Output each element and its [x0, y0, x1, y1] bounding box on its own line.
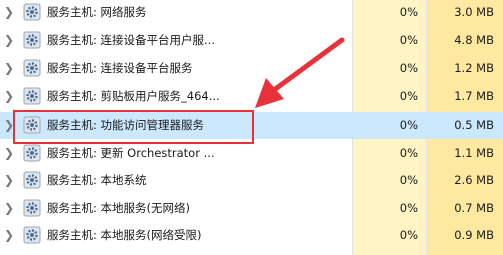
- process-name: 服务主机: 剪贴板用户服务_464...: [47, 89, 220, 103]
- cpu-value: 0%: [399, 61, 418, 75]
- gear-icon: [23, 116, 41, 134]
- chevron-right-icon[interactable]: ❯: [4, 6, 14, 18]
- process-name: 服务主机: 本地服务(无网络): [47, 201, 191, 215]
- cpu-value: 0%: [399, 118, 418, 132]
- table-row[interactable]: ❯ 服务主机: 本地系统 0% 2.6 MB: [0, 167, 503, 194]
- chevron-right-icon[interactable]: ❯: [4, 119, 14, 131]
- gear-icon: [23, 144, 41, 162]
- table-row[interactable]: ❯ 服务主机: 连接设备平台服务 0% 1.2 MB: [0, 55, 503, 82]
- memory-value: 1.2 MB: [454, 61, 494, 75]
- chevron-right-icon[interactable]: ❯: [4, 147, 14, 159]
- cpu-value: 0%: [399, 89, 418, 103]
- memory-value: 4.8 MB: [454, 33, 494, 47]
- cpu-value: 0%: [399, 173, 418, 187]
- process-name: 服务主机: 连接设备平台服务: [47, 61, 193, 75]
- gear-icon: [23, 59, 41, 77]
- table-row[interactable]: ❯ 服务主机: 更新 Orchestrator ... 0% 1.1 MB: [0, 140, 503, 167]
- gear-icon: [23, 87, 41, 105]
- memory-value: 2.6 MB: [454, 173, 494, 187]
- table-row[interactable]: ❯ 服务主机: 剪贴板用户服务_464... 0% 1.7 MB: [0, 83, 503, 110]
- chevron-right-icon[interactable]: ❯: [4, 90, 14, 102]
- chevron-right-icon[interactable]: ❯: [4, 174, 14, 186]
- process-name: 服务主机: 更新 Orchestrator ...: [47, 146, 215, 160]
- cpu-value: 0%: [399, 33, 418, 47]
- gear-icon: [23, 3, 41, 21]
- chevron-right-icon[interactable]: ❯: [4, 34, 14, 46]
- gear-icon: [23, 226, 41, 244]
- gear-icon: [23, 199, 41, 217]
- memory-value: 1.1 MB: [454, 146, 494, 160]
- cpu-value: 0%: [399, 146, 418, 160]
- process-name: 服务主机: 网络服务: [47, 5, 147, 19]
- chevron-right-icon[interactable]: ❯: [4, 62, 14, 74]
- gear-icon: [23, 171, 41, 189]
- process-name: 服务主机: 本地系统: [47, 173, 147, 187]
- table-row[interactable]: ❯ 服务主机: 本地服务(网络受限) 0% 0.9 MB: [0, 222, 503, 249]
- chevron-right-icon[interactable]: ❯: [4, 229, 14, 241]
- cpu-value: 0%: [399, 201, 418, 215]
- process-name: 服务主机: 本地服务(网络受限): [47, 228, 202, 242]
- cpu-value: 0%: [399, 228, 418, 242]
- table-row[interactable]: ❯ 服务主机: 本地服务(无网络) 0% 0.7 MB: [0, 195, 503, 222]
- process-table: ❯ 服务主机: 网络服务 0% 3.0 MB ❯ 服务主机: 连接设备平台用户服…: [0, 0, 503, 255]
- table-row[interactable]: ❯ 服务主机: 连接设备平台用户服... 0% 4.8 MB: [0, 27, 503, 54]
- cpu-value: 0%: [399, 5, 418, 19]
- memory-value: 3.0 MB: [454, 5, 494, 19]
- table-row-selected[interactable]: ❯ 服务主机: 功能访问管理器服务 0% 0.5 MB: [0, 112, 503, 139]
- memory-value: 0.7 MB: [454, 201, 494, 215]
- chevron-right-icon[interactable]: ❯: [4, 202, 14, 214]
- process-name: 服务主机: 功能访问管理器服务: [47, 118, 205, 132]
- gear-icon: [23, 31, 41, 49]
- memory-value: 0.5 MB: [454, 118, 494, 132]
- memory-value: 0.9 MB: [454, 228, 494, 242]
- memory-value: 1.7 MB: [454, 89, 494, 103]
- table-row[interactable]: ❯ 服务主机: 网络服务 0% 3.0 MB: [0, 0, 503, 26]
- process-name: 服务主机: 连接设备平台用户服...: [47, 33, 215, 47]
